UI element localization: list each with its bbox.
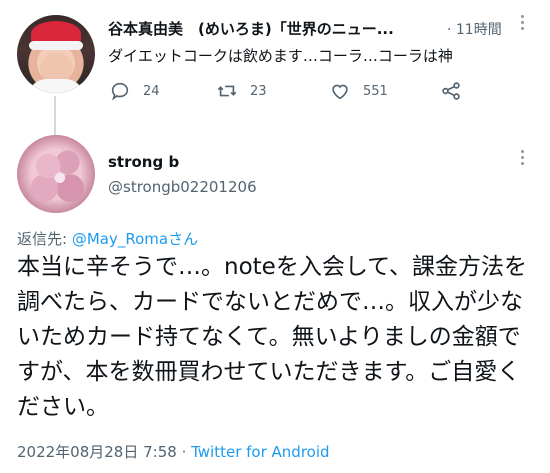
reply-context: 返信先: @May_Romaさん <box>17 228 198 249</box>
author-name[interactable]: 谷本真由美 (めいろま)「世界のニュー... <box>108 18 394 39</box>
retweet-count: 23 <box>250 83 267 99</box>
like-count: 551 <box>363 83 388 99</box>
tweet-source-link[interactable]: Twitter for Android <box>191 443 329 461</box>
shirt-shape <box>27 79 85 93</box>
more-icon[interactable] <box>519 150 525 170</box>
more-icon[interactable] <box>519 15 525 35</box>
hat-band-shape <box>29 41 83 50</box>
tweet-meta: 2022年08月28日 7:58 · Twitter for Android <box>17 441 330 462</box>
avatar[interactable] <box>17 135 95 213</box>
reply-prefix: 返信先: <box>17 230 72 248</box>
author-name[interactable]: strong b <box>108 153 179 171</box>
reply-button[interactable]: 24 <box>109 80 160 102</box>
tweet-text: ダイエットコークは飲めます…コーラ…コーラは神 <box>108 47 453 65</box>
heart-icon <box>332 84 348 100</box>
reply-icon <box>111 82 129 101</box>
retweet-icon <box>217 85 237 97</box>
share-icon <box>442 82 460 100</box>
tweet-body: 本当に辛そうで…。noteを入会して、課金方法を調べたら、カードでないとだめで…… <box>17 254 527 420</box>
share-button[interactable] <box>440 80 462 102</box>
reply-count: 24 <box>143 83 160 99</box>
tweet-timestamp[interactable]: 2022年08月28日 7:58 · <box>17 443 191 461</box>
tweet-time[interactable]: · 11時間 <box>447 19 502 39</box>
retweet-button[interactable]: 23 <box>216 80 267 102</box>
reply-mention-link[interactable]: @May_Romaさん <box>72 230 198 248</box>
avatar[interactable] <box>17 15 95 93</box>
author-handle[interactable]: @strongb02201206 <box>108 178 257 196</box>
like-button[interactable]: 551 <box>329 80 388 102</box>
thread-connector <box>54 96 56 136</box>
